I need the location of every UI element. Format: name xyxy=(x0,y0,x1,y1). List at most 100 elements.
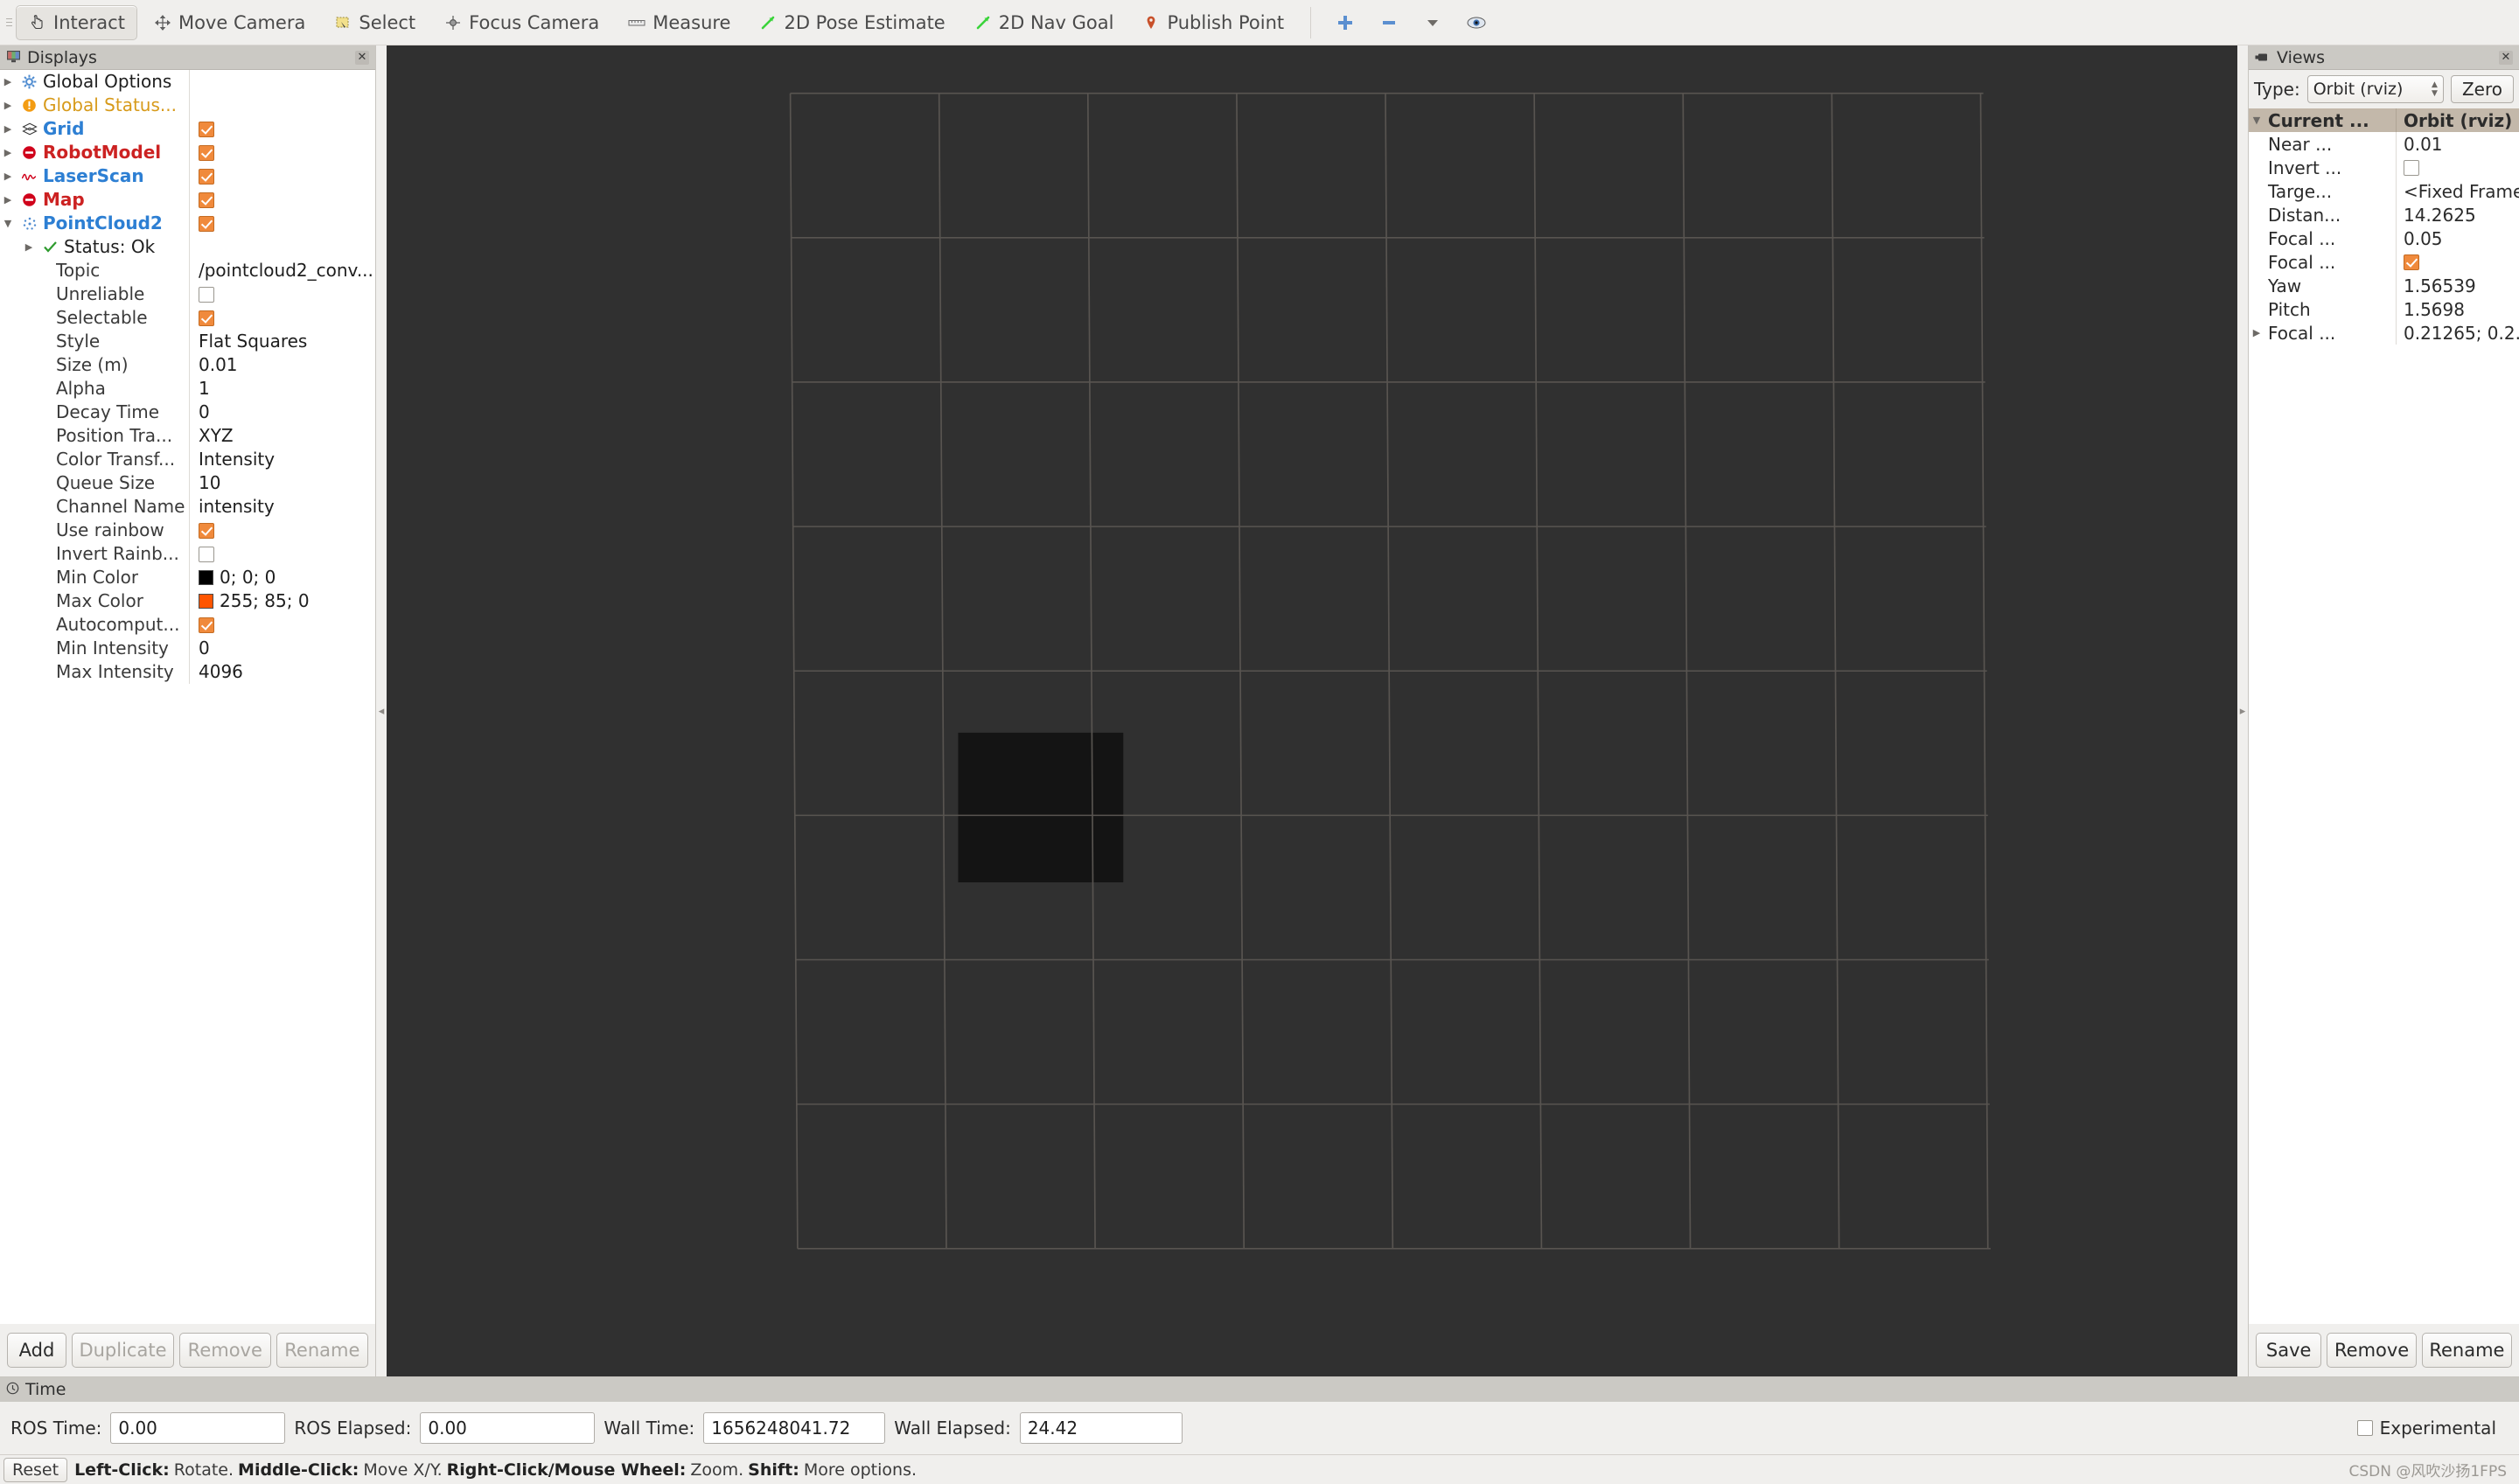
rename-view-button[interactable]: Rename xyxy=(2421,1333,2512,1368)
display-tree-row[interactable]: ▶Max Color 255; 85; 0 xyxy=(0,589,375,613)
wall-time-input[interactable]: 1656248041.72 xyxy=(703,1412,886,1444)
chevron-down-icon[interactable]: ▼ xyxy=(2249,115,2264,126)
display-row-value[interactable]: 10 xyxy=(189,471,375,495)
chevron-right-icon[interactable]: ▶ xyxy=(0,70,16,94)
view-property-value[interactable]: 0.05 xyxy=(2396,226,2519,250)
chevron-down-icon[interactable] xyxy=(1414,6,1451,39)
view-property-value[interactable]: 0.01 xyxy=(2396,132,2519,156)
view-property-row[interactable]: ▶Yaw 1.56539 xyxy=(2249,274,2519,297)
view-property-row[interactable]: ▶Focal ... xyxy=(2249,250,2519,274)
display-tree-row[interactable]: ▶ Map xyxy=(0,188,375,212)
display-tree-row[interactable]: ▶Color Transf... Intensity xyxy=(0,448,375,471)
display-row-value[interactable]: Flat Squares xyxy=(189,330,375,353)
view-property-value[interactable]: 1.5698 xyxy=(2396,297,2519,321)
add-display-button[interactable]: Add xyxy=(7,1333,66,1368)
display-row-value[interactable] xyxy=(189,141,375,164)
display-tree-row[interactable]: ▶Position Tra... XYZ xyxy=(0,424,375,448)
wall-elapsed-input[interactable]: 24.42 xyxy=(1019,1412,1183,1444)
display-tree-row[interactable]: ▶Max Intensity 4096 xyxy=(0,660,375,684)
view-property-value[interactable]: 0.21265; 0.2... xyxy=(2396,321,2519,345)
display-tree-row[interactable]: ▶ Grid xyxy=(0,117,375,141)
experimental-checkbox[interactable] xyxy=(2356,1420,2373,1436)
display-row-value[interactable] xyxy=(189,235,375,259)
chevron-right-icon[interactable]: ▶ xyxy=(0,141,16,164)
eye-icon[interactable] xyxy=(1458,6,1495,39)
display-tree-row[interactable]: ▼ PointCloud2 xyxy=(0,212,375,235)
display-tree-row[interactable]: ▶Channel Name intensity xyxy=(0,495,375,519)
display-tree-row[interactable]: ▶Selectable xyxy=(0,306,375,330)
zero-button[interactable]: Zero xyxy=(2450,75,2514,103)
display-tree-row[interactable]: ▶Use rainbow xyxy=(0,519,375,542)
rename-display-button[interactable]: Rename xyxy=(276,1333,368,1368)
tool-interact[interactable]: Interact xyxy=(16,4,137,40)
display-tree-row[interactable]: ▶Unreliable xyxy=(0,282,375,306)
chevron-right-icon[interactable]: ▶ xyxy=(0,188,16,212)
display-row-value[interactable] xyxy=(189,282,375,306)
display-tree-row[interactable]: ▶Style Flat Squares xyxy=(0,330,375,353)
view-property-row[interactable]: ▶Near ... 0.01 xyxy=(2249,132,2519,156)
display-tree-row[interactable]: ▶ Status: Ok xyxy=(0,235,375,259)
display-row-value[interactable]: 255; 85; 0 xyxy=(189,589,375,613)
view-property-row[interactable]: ▶Distan... 14.2625 xyxy=(2249,203,2519,226)
duplicate-display-button[interactable]: Duplicate xyxy=(72,1333,174,1368)
view-property-row[interactable]: ▶Pitch 1.5698 xyxy=(2249,297,2519,321)
display-tree-row[interactable]: ▶Queue Size 10 xyxy=(0,471,375,495)
display-enable-checkbox[interactable] xyxy=(199,286,214,303)
view-property-value[interactable]: 14.2625 xyxy=(2396,203,2519,226)
display-tree-row[interactable]: ▶Autocomput... xyxy=(0,613,375,637)
display-row-value[interactable] xyxy=(189,542,375,566)
view-property-row[interactable]: ▶Invert ... xyxy=(2249,156,2519,179)
right-splitter-handle[interactable]: ▸ xyxy=(2237,45,2248,1376)
display-enable-checkbox[interactable] xyxy=(199,215,214,232)
remove-display-button[interactable]: Remove xyxy=(178,1333,271,1368)
tool-publish-point[interactable]: Publish Point xyxy=(1129,5,1296,40)
display-enable-checkbox[interactable] xyxy=(199,192,214,208)
view-property-value[interactable] xyxy=(2396,250,2519,274)
display-row-value[interactable] xyxy=(189,306,375,330)
display-row-value[interactable]: XYZ xyxy=(189,424,375,448)
tool-select[interactable]: Select xyxy=(321,5,428,40)
display-enable-checkbox[interactable] xyxy=(199,522,214,539)
color-swatch[interactable] xyxy=(199,570,213,585)
display-tree-row[interactable]: ▶Size (m) 0.01 xyxy=(0,353,375,377)
view-property-checkbox[interactable] xyxy=(2404,159,2419,176)
tool-measure[interactable]: Measure xyxy=(615,5,743,40)
close-icon[interactable]: ✕ xyxy=(355,50,369,65)
displays-tree-scroll[interactable]: ▶ Global Options ▶ Global Status... ▶ Grid ▶ Ro… xyxy=(0,70,375,1324)
toolbar-drag-handle[interactable] xyxy=(3,5,14,40)
view-property-value[interactable]: 1.56539 xyxy=(2396,274,2519,297)
display-tree-row[interactable]: ▶Topic/pointcloud2_conv... xyxy=(0,259,375,282)
display-enable-checkbox[interactable] xyxy=(199,144,214,161)
chevron-right-icon[interactable]: ▶ xyxy=(0,94,16,117)
display-row-value[interactable]: 4096 xyxy=(189,660,375,684)
view-property-row[interactable]: ▶ Focal ... 0.21265; 0.2... xyxy=(2249,321,2519,345)
plus-icon[interactable] xyxy=(1327,6,1364,39)
remove-view-button[interactable]: Remove xyxy=(2327,1333,2417,1368)
ros-time-input[interactable]: 0.00 xyxy=(110,1412,286,1444)
view-property-row[interactable]: ▶Focal ... 0.05 xyxy=(2249,226,2519,250)
display-row-value[interactable]: intensity xyxy=(189,495,375,519)
display-row-value[interactable] xyxy=(189,70,375,94)
chevron-down-icon[interactable]: ▼ xyxy=(0,212,16,235)
view-property-row[interactable]: ▶Targe... <Fixed Frame> xyxy=(2249,179,2519,203)
ros-elapsed-input[interactable]: 0.00 xyxy=(420,1412,596,1444)
display-row-value[interactable]: 0 xyxy=(189,401,375,424)
view-property-value[interactable] xyxy=(2396,156,2519,179)
tool-focus-camera[interactable]: Focus Camera xyxy=(431,5,611,40)
view-property-row[interactable]: ▼ Current ... Orbit (rviz) xyxy=(2249,108,2519,132)
display-tree-row[interactable]: ▶Decay Time 0 xyxy=(0,401,375,424)
chevron-right-icon[interactable]: ▶ xyxy=(21,235,37,259)
tool-2d-pose-estimate[interactable]: 2D Pose Estimate xyxy=(746,5,957,40)
display-tree-row[interactable]: ▶ LaserScan xyxy=(0,164,375,188)
display-enable-checkbox[interactable] xyxy=(199,121,214,137)
display-tree-row[interactable]: ▶Min Intensity 0 xyxy=(0,637,375,660)
experimental-toggle[interactable]: Experimental xyxy=(2356,1418,2509,1439)
display-tree-row[interactable]: ▶Invert Rainb... xyxy=(0,542,375,566)
3d-render-view[interactable] xyxy=(387,45,2237,1376)
tool-2d-nav-goal[interactable]: 2D Nav Goal xyxy=(961,5,1127,40)
display-row-value[interactable]: 0.01 xyxy=(189,353,375,377)
view-type-combobox[interactable]: Orbit (rviz) ▲ ▼ xyxy=(2306,75,2444,103)
display-row-value[interactable] xyxy=(189,164,375,188)
display-row-value[interactable] xyxy=(189,94,375,117)
tool-move-camera[interactable]: Move Camera xyxy=(141,5,317,40)
